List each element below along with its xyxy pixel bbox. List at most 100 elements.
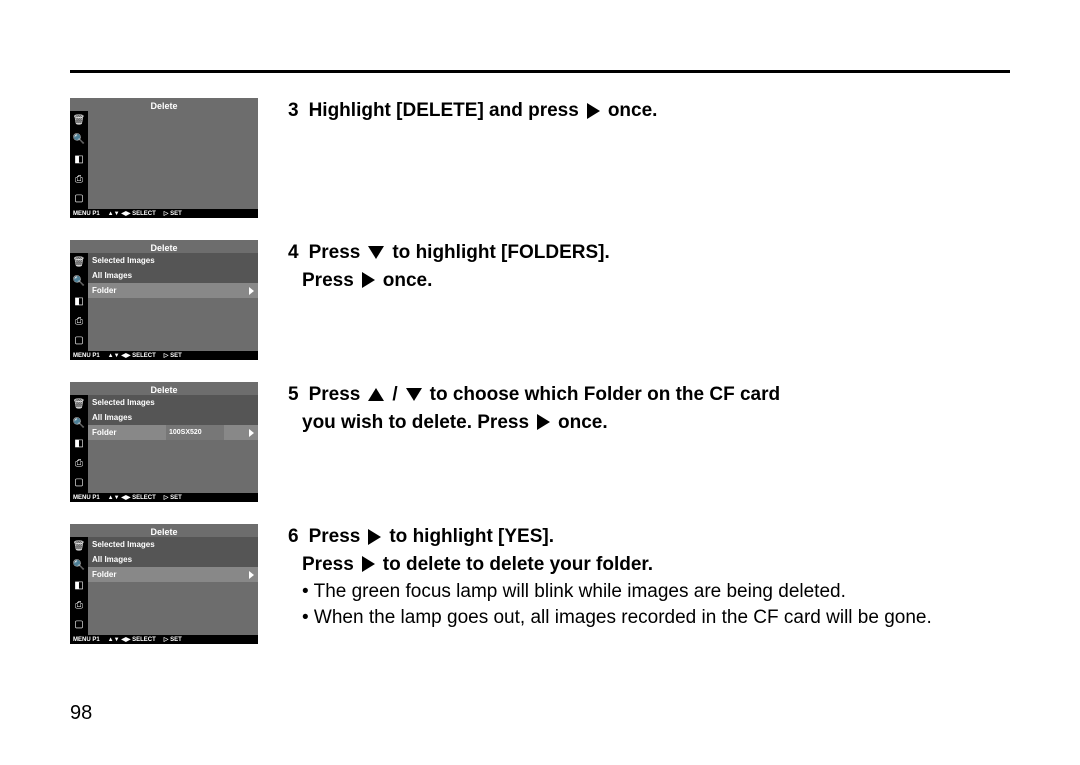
lcd-thumbnail-4: Delete 🗑 🔍 ◧ ⎙ ▢ Selected Images All Ima… — [70, 240, 258, 360]
step-text: to highlight [FOLDERS]. — [392, 240, 609, 266]
menu-row: All Images — [88, 410, 258, 425]
lcd-sidebar: 🗑 🔍 ◧ ⎙ ▢ — [70, 253, 88, 351]
footer-select: ▲▼ ◀▶ SELECT — [108, 494, 156, 501]
menu-value: 100SX520 — [166, 425, 224, 440]
folder-icon: ▢ — [74, 620, 83, 630]
menu-row: All Images — [88, 268, 258, 283]
copy-icon: ⎙ — [75, 459, 83, 469]
menu-row: Selected Images — [88, 253, 258, 268]
menu-label: Selected Images — [92, 540, 155, 549]
magnifier-icon: 🔍 — [73, 277, 85, 287]
menu-label: Selected Images — [92, 398, 155, 407]
footer-select: ▲▼ ◀▶ SELECT — [108, 352, 156, 359]
step-number: 4 — [288, 240, 299, 266]
step-text: to delete to delete your folder. — [383, 552, 653, 578]
multi-icon: ◧ — [74, 297, 83, 307]
step-text: once. — [608, 98, 658, 124]
step-text: Press — [302, 268, 354, 294]
menu-row: Selected Images — [88, 537, 258, 552]
lcd-footer: MENU P1 ▲▼ ◀▶ SELECT ▷ SET — [70, 493, 258, 502]
footer-menu: MENU P1 — [73, 637, 100, 643]
lcd-thumbnail-3: Delete 🗑 🔍 ◧ ⎙ ▢ MENU P1 ▲▼ ◀▶ SELECT ▷ … — [70, 98, 258, 218]
lcd-thumbnail-6: Delete 🗑 🔍 ◧ ⎙ ▢ Selected Images All Ima… — [70, 524, 258, 644]
step-6-row: Delete 🗑 🔍 ◧ ⎙ ▢ Selected Images All Ima… — [70, 524, 1010, 644]
slash: / — [392, 382, 397, 408]
trash-icon: 🗑 — [73, 258, 86, 268]
multi-icon: ◧ — [74, 155, 83, 165]
step-3-row: Delete 🗑 🔍 ◧ ⎙ ▢ MENU P1 ▲▼ ◀▶ SELECT ▷ … — [70, 98, 1010, 218]
step-text: once. — [383, 268, 433, 294]
lcd-title: Delete — [70, 243, 258, 253]
footer-set: ▷ SET — [164, 636, 182, 643]
right-arrow-icon — [249, 429, 254, 437]
menu-label: Selected Images — [92, 256, 155, 265]
footer-set: ▷ SET — [164, 494, 182, 501]
trash-icon: 🗑 — [73, 400, 86, 410]
folder-icon: ▢ — [74, 478, 83, 488]
copy-icon: ⎙ — [75, 317, 83, 327]
footer-menu: MENU P1 — [73, 211, 100, 217]
step-text: Press — [309, 240, 361, 266]
lcd-content: Selected Images All Images Folder — [88, 253, 258, 351]
right-arrow-icon — [537, 414, 550, 430]
magnifier-icon: 🔍 — [73, 561, 85, 571]
menu-row: All Images — [88, 552, 258, 567]
lcd-footer: MENU P1 ▲▼ ◀▶ SELECT ▷ SET — [70, 635, 258, 644]
up-arrow-icon — [368, 388, 384, 401]
step-5-row: Delete 🗑 🔍 ◧ ⎙ ▢ Selected Images All Ima… — [70, 382, 1010, 502]
right-arrow-icon — [368, 529, 381, 545]
right-arrow-icon — [362, 556, 375, 572]
step-text: to choose which Folder on the CF card — [430, 382, 780, 408]
page-number: 98 — [70, 702, 92, 725]
step-number: 3 — [288, 98, 299, 124]
magnifier-icon: 🔍 — [73, 419, 85, 429]
menu-label: All Images — [92, 271, 132, 280]
lcd-footer: MENU P1 ▲▼ ◀▶ SELECT ▷ SET — [70, 351, 258, 360]
lcd-content: Selected Images All Images Folder — [88, 537, 258, 635]
magnifier-icon: 🔍 — [73, 135, 85, 145]
lcd-title: Delete — [70, 101, 258, 111]
bullet-2: • When the lamp goes out, all images rec… — [302, 605, 1010, 631]
step-number: 5 — [288, 382, 299, 408]
lcd-title: Delete — [70, 527, 258, 537]
multi-icon: ◧ — [74, 581, 83, 591]
step-text: Press — [309, 382, 361, 408]
lcd-footer: MENU P1 ▲▼ ◀▶ SELECT ▷ SET — [70, 209, 258, 218]
folder-icon: ▢ — [74, 336, 83, 346]
menu-label: All Images — [92, 413, 132, 422]
lcd-sidebar: 🗑 🔍 ◧ ⎙ ▢ — [70, 395, 88, 493]
menu-label: Folder — [92, 428, 116, 437]
footer-select: ▲▼ ◀▶ SELECT — [108, 210, 156, 217]
footer-select: ▲▼ ◀▶ SELECT — [108, 636, 156, 643]
footer-menu: MENU P1 — [73, 353, 100, 359]
step-4-row: Delete 🗑 🔍 ◧ ⎙ ▢ Selected Images All Ima… — [70, 240, 1010, 360]
right-arrow-icon — [587, 103, 600, 119]
step-text: Press — [302, 552, 354, 578]
right-arrow-icon — [249, 287, 254, 295]
right-arrow-icon — [362, 272, 375, 288]
menu-row-highlight: Folder — [88, 283, 258, 298]
folder-icon: ▢ — [74, 194, 83, 204]
down-arrow-icon — [406, 388, 422, 401]
menu-row: Selected Images — [88, 395, 258, 410]
footer-menu: MENU P1 — [73, 495, 100, 501]
lcd-content — [88, 111, 258, 209]
right-arrow-icon — [249, 571, 254, 579]
step-text: you wish to delete. Press — [302, 410, 529, 436]
copy-icon: ⎙ — [75, 175, 83, 185]
down-arrow-icon — [368, 246, 384, 259]
lcd-title: Delete — [70, 385, 258, 395]
menu-label: Folder — [92, 286, 116, 295]
horizontal-rule — [70, 70, 1010, 73]
lcd-content: Selected Images All Images Folder 100SX5… — [88, 395, 258, 493]
trash-icon: 🗑 — [73, 542, 86, 552]
step-text: to highlight [YES]. — [389, 524, 554, 550]
menu-label: Folder — [92, 570, 116, 579]
menu-row-highlight: Folder 100SX520 — [88, 425, 258, 440]
trash-icon: 🗑 — [73, 116, 86, 126]
footer-set: ▷ SET — [164, 210, 182, 217]
lcd-thumbnail-5: Delete 🗑 🔍 ◧ ⎙ ▢ Selected Images All Ima… — [70, 382, 258, 502]
footer-set: ▷ SET — [164, 352, 182, 359]
menu-row-highlight: Folder — [88, 567, 258, 582]
step-text: Press — [309, 524, 361, 550]
